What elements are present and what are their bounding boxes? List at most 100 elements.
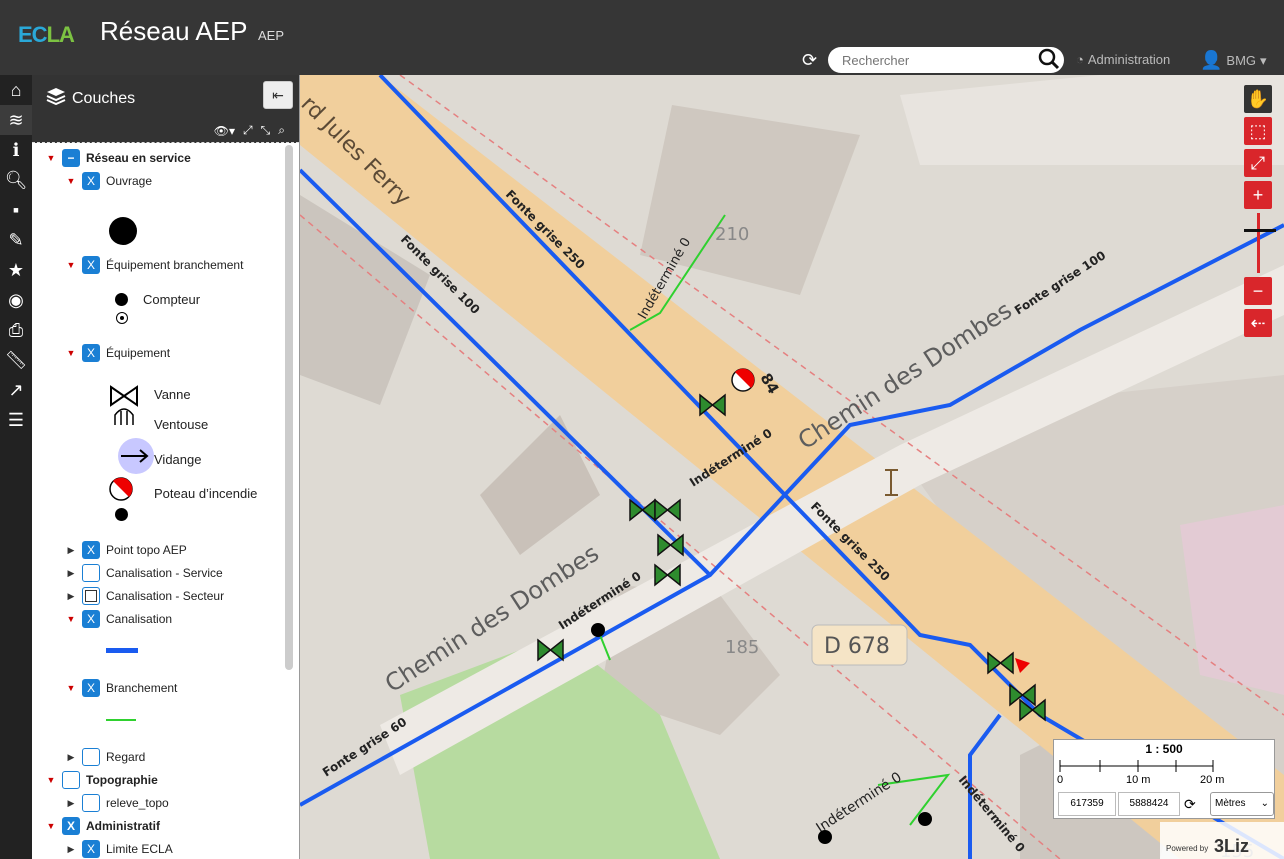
search-icon[interactable] [1038,48,1060,70]
star-icon[interactable]: ★ [0,255,32,285]
refresh-coords-icon[interactable]: ⟳ [1184,796,1196,813]
expand-arrow-icon[interactable]: ▼ [46,775,56,785]
meter-point[interactable] [918,812,932,826]
checkbox[interactable]: X [82,610,100,628]
branchement-legend-line [106,719,136,721]
collapse-panel-button[interactable]: ⇤ [263,81,293,109]
zoom-in-button[interactable]: + [1244,181,1272,209]
layers-icon[interactable]: ≋ [0,105,32,135]
measure-icon[interactable]: 📏︎ [0,345,32,375]
layers-panel: Couches ⇤ 👁▾ ⤢ ⤡ ⌕ ▼ − Réseau en service ▼… [32,75,300,859]
eye-icon[interactable]: 👁▾ [214,124,235,138]
user-menu[interactable]: 👤 BMG ▾ [1200,50,1267,71]
expand-arrow-icon[interactable]: ▼ [66,614,76,624]
expand-arrow-icon[interactable]: ▶ [66,568,76,579]
expand-arrow-icon[interactable]: ▼ [66,176,76,186]
tree-label: Équipement branchement [106,258,244,272]
zoom-slider-thumb[interactable] [1244,229,1276,232]
legend-vanne: Vanne [154,387,191,402]
map-label: 210 [715,224,749,245]
search-icon[interactable]: 🔍︎ [0,165,32,195]
collapse-icon[interactable]: ⤡ [261,123,271,138]
comment-icon[interactable]: ▪ [0,195,32,225]
refresh-icon[interactable]: ⟳ [802,50,817,71]
expand-arrow-icon[interactable]: ▶ [66,591,76,602]
zoom-out-button[interactable]: − [1244,277,1272,305]
checkbox[interactable]: X [82,344,100,362]
tree-item-point-topo[interactable]: ▶ X Point topo AEP [66,541,187,559]
tree-label: Canalisation [106,612,173,626]
home-icon[interactable]: ⌂ [0,75,32,105]
expand-arrow-icon[interactable]: ▶ [66,752,76,763]
expand-arrow-icon[interactable]: ▼ [66,348,76,358]
info-icon[interactable]: ℹ [0,135,32,165]
checkbox[interactable] [82,564,100,582]
tree-item-ouvrage[interactable]: ▼ X Ouvrage [66,172,152,190]
expand-icon[interactable]: ⤢ [243,123,253,138]
checkbox[interactable]: X [62,817,80,835]
checkbox[interactable]: X [82,679,100,697]
list-icon[interactable]: ☰ [0,405,32,435]
draw-icon[interactable]: ✎ [0,225,32,255]
tree-item-releve[interactable]: ▶ releve_topo [66,794,169,812]
zoom-to-layer-icon[interactable]: ⌕ [278,123,285,138]
zoom-slider[interactable] [1244,213,1276,273]
zoom-extent-icon[interactable]: ⤢ [1244,149,1272,177]
checkbox[interactable] [82,748,100,766]
share-icon[interactable]: ↗ [0,375,32,405]
legend-vidange: Vidange [154,452,202,467]
checkbox[interactable] [62,771,80,789]
admin-label: Administration [1087,52,1171,67]
tree-label: Ouvrage [106,174,153,188]
tree-item-canal-service[interactable]: ▶ Canalisation - Service [66,564,223,582]
zoom-box-icon[interactable]: ⬚ [1244,117,1272,145]
expand-arrow-icon[interactable]: ▼ [66,683,76,693]
checkbox-partial[interactable]: − [62,149,80,167]
checkbox[interactable] [82,587,100,605]
checkbox[interactable]: X [82,172,100,190]
previous-view-icon[interactable]: ⇠ [1244,309,1272,337]
expand-arrow-icon[interactable]: ▼ [46,821,56,831]
checkbox[interactable] [82,794,100,812]
panel-scrollbar[interactable] [285,145,293,670]
expand-arrow-icon[interactable]: ▶ [66,798,76,809]
search-input[interactable] [828,47,1064,73]
scale-tick: 20 m [1200,774,1225,786]
tree-item-branchement[interactable]: ▼ X Branchement [66,679,177,697]
tree-label: Canalisation - Secteur [106,589,225,603]
checkbox[interactable]: X [82,256,100,274]
layers-icon [46,87,66,110]
powered-by[interactable]: Powered by 3Liz [1160,822,1284,859]
administration-link[interactable]: ◔ Administration [1076,52,1170,67]
expand-arrow-icon[interactable]: ▶ [66,844,76,855]
meter-point[interactable] [818,830,832,844]
hydrant-icon[interactable] [731,368,755,392]
pan-hand-icon[interactable]: ✋ [1244,85,1272,113]
canalisation-legend-line [106,648,138,653]
units-select[interactable]: Mètres ⌄ [1210,792,1274,816]
tree-item-topographie[interactable]: ▼ Topographie [46,771,158,789]
tree-item-equip-branch[interactable]: ▼ X Équipement branchement [66,256,243,274]
expand-arrow-icon[interactable]: ▼ [46,153,56,163]
expand-arrow-icon[interactable]: ▼ [66,260,76,270]
expand-arrow-icon[interactable]: ▶ [66,545,76,556]
tree-item-reseau[interactable]: ▼ − Réseau en service [46,149,191,167]
checkbox[interactable]: X [82,840,100,858]
ecla-logo[interactable]: ECLA [18,22,75,48]
tree-item-canal-secteur[interactable]: ▶ Canalisation - Secteur [66,587,224,605]
powered-by-text: Powered by [1166,844,1209,853]
tree-item-administratif[interactable]: ▼ X Administratif [46,817,160,835]
tree-item-limite[interactable]: ▶ X Limite ECLA [66,840,173,858]
locate-icon[interactable]: ◉ [0,285,32,315]
tree-item-regard[interactable]: ▶ Regard [66,748,145,766]
map-controls: ✋ ⬚ ⤢ + − ⇠ [1244,85,1276,341]
coord-y-field[interactable]: 5888424 [1118,792,1180,816]
print-icon[interactable]: ⎙ [0,315,32,345]
meter-point[interactable] [591,623,605,637]
checkbox[interactable]: X [82,541,100,559]
tree-item-canalisation[interactable]: ▼ X Canalisation [66,610,172,628]
poteau-alt-legend-symbol [115,508,128,521]
coord-x-field[interactable]: 617359 [1058,792,1116,816]
tree-item-equipement[interactable]: ▼ X Équipement [66,344,170,362]
legend-compteur: Compteur [143,292,201,307]
